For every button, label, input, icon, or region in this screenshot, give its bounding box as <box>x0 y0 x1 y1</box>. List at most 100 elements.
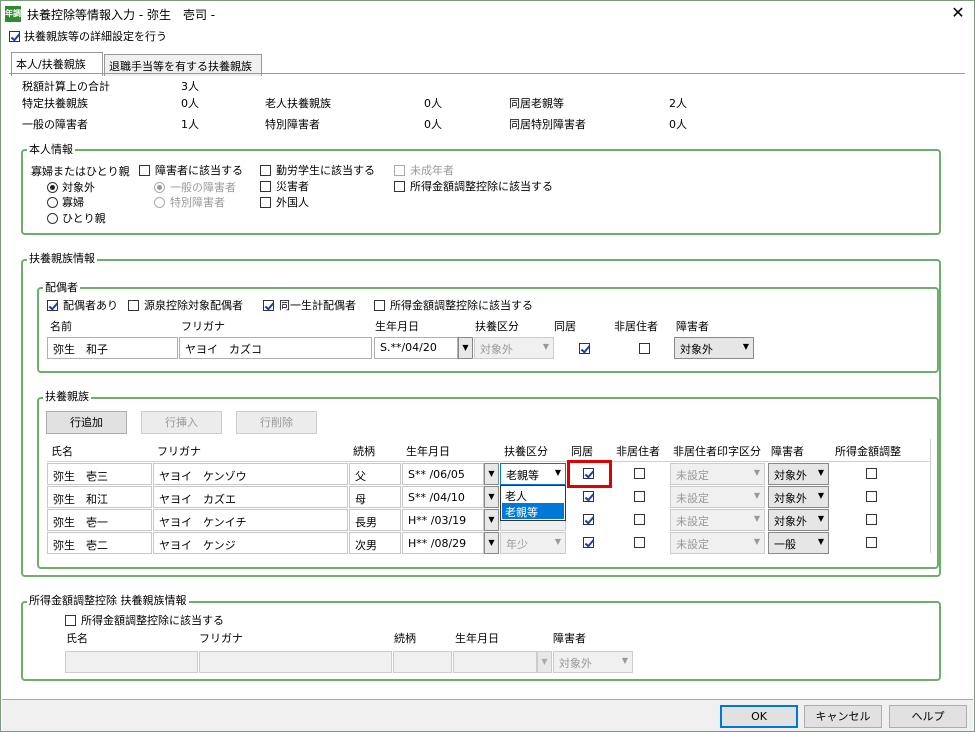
family-row-2-nonresident-checkbox[interactable] <box>634 491 645 502</box>
withholding-spouse-checkbox[interactable] <box>128 300 139 311</box>
income-adj-section-label: 所得金額調整控除に該当する <box>81 614 224 627</box>
income-adj-birth-dropdown-icon[interactable]: ▼ <box>537 651 552 673</box>
foreigner-checkbox[interactable] <box>260 197 271 208</box>
insert-row-button[interactable]: 行挿入 <box>141 411 222 434</box>
add-row-button[interactable]: 行追加 <box>46 411 127 434</box>
family-row-4-kana[interactable]: ヤヨイ ケンジ <box>153 532 348 554</box>
income-adj-birth-field[interactable] <box>453 651 537 673</box>
family-row-1-print-class-select[interactable]: 未設定 ▼ <box>670 463 765 485</box>
highlight-cohabit-box <box>567 460 612 488</box>
has-spouse-checkbox[interactable] <box>47 300 58 311</box>
family-row-1-disability-value: 対象外 <box>774 469 807 482</box>
spouse-nonresident-checkbox[interactable] <box>639 343 650 354</box>
self-income-adj-checkbox[interactable] <box>394 181 405 192</box>
family-row-1-kana[interactable]: ヤヨイ ケンゾウ <box>153 463 348 485</box>
family-row-3-disability-value: 対象外 <box>774 515 807 528</box>
income-adj-name-field[interactable] <box>65 651 198 673</box>
spouse-birth-field[interactable]: S.**/04/20 <box>374 337 458 359</box>
family-row-1-birth[interactable]: S** /06/05 <box>402 463 484 485</box>
dropdown-option-elderly-parent[interactable]: 老親等 <box>502 503 564 519</box>
detail-settings-checkbox[interactable] <box>9 31 20 42</box>
dropdown-option-elderly[interactable]: 老人 <box>502 487 564 503</box>
spouse-name-field[interactable]: 弥生 和子 <box>47 337 178 359</box>
minor-label: 未成年者 <box>410 164 454 177</box>
family-row-2-print-class-value: 未設定 <box>676 492 709 505</box>
family-row-2-relation[interactable]: 母 <box>349 486 401 508</box>
spouse-header-nonresident: 非居住者 <box>614 320 658 333</box>
dialog-window: 年調 扶養控除等情報入力 - 弥生 壱司 - ✕ 扶養親族等の詳細設定を行う 本… <box>0 0 975 732</box>
family-row-4-print-class-select[interactable]: 未設定 ▼ <box>670 532 765 554</box>
income-adj-disability-select[interactable]: 対象外 ▼ <box>553 651 633 673</box>
disabled-radio-special[interactable] <box>154 197 165 208</box>
family-row-1-category-select[interactable]: 老親等 ▼ <box>500 463 566 485</box>
family-row-3-print-class-select[interactable]: 未設定 ▼ <box>670 509 765 531</box>
family-row-1-name[interactable]: 弥生 壱三 <box>47 463 152 485</box>
income-adj-disability-value: 対象外 <box>559 657 592 670</box>
specific-dependents-label: 特定扶養親族 <box>22 97 88 110</box>
has-spouse-label: 配偶者あり <box>63 299 118 312</box>
income-adj-relation-field[interactable] <box>393 651 452 673</box>
family-row-1-income-adj-checkbox[interactable] <box>866 468 877 479</box>
family-row-3-birth-dropdown-icon[interactable]: ▼ <box>484 509 499 531</box>
chevron-down-icon: ▼ <box>817 537 824 546</box>
spouse-disability-select[interactable]: 対象外 ▼ <box>674 337 754 359</box>
spouse-cohabit-checkbox[interactable] <box>579 343 590 354</box>
detail-settings-label: 扶養親族等の詳細設定を行う <box>24 30 167 43</box>
family-row-3-cohabit-checkbox[interactable] <box>583 514 594 525</box>
family-row-2-income-adj-checkbox[interactable] <box>866 491 877 502</box>
family-row-4-name[interactable]: 弥生 壱二 <box>47 532 152 554</box>
title-bar: 年調 扶養控除等情報入力 - 弥生 壱司 - ✕ <box>1 1 974 27</box>
working-student-checkbox[interactable] <box>260 165 271 176</box>
tax-total-label: 税額計算上の合計 <box>22 80 110 93</box>
family-row-2-name[interactable]: 弥生 和江 <box>47 486 152 508</box>
close-icon[interactable]: ✕ <box>945 2 971 24</box>
help-button[interactable]: ヘルプ <box>889 705 967 728</box>
income-adj-kana-field[interactable] <box>199 651 392 673</box>
spouse-kana-field[interactable]: ヤヨイ カズコ <box>179 337 372 359</box>
family-row-2-disability-select[interactable]: 対象外 ▼ <box>768 486 829 508</box>
widow-radio-none[interactable] <box>47 182 58 193</box>
income-adj-section-checkbox[interactable] <box>65 615 76 626</box>
family-row-4-cohabit-checkbox[interactable] <box>583 537 594 548</box>
widow-radio-widow[interactable] <box>47 197 58 208</box>
family-row-4-relation[interactable]: 次男 <box>349 532 401 554</box>
family-row-1-disability-select[interactable]: 対象外 ▼ <box>768 463 829 485</box>
widow-radio-single-parent[interactable] <box>47 213 58 224</box>
family-row-2-birth[interactable]: S** /04/10 <box>402 486 484 508</box>
family-row-1-nonresident-checkbox[interactable] <box>634 468 645 479</box>
family-row-2-print-class-select[interactable]: 未設定 ▼ <box>670 486 765 508</box>
family-row-4-nonresident-checkbox[interactable] <box>634 537 645 548</box>
cancel-button[interactable]: キャンセル <box>804 705 882 728</box>
family-row-3-relation[interactable]: 長男 <box>349 509 401 531</box>
spouse-category-select[interactable]: 対象外 ▼ <box>474 337 554 359</box>
family-row-4-income-adj-checkbox[interactable] <box>866 537 877 548</box>
family-row-3-birth[interactable]: H** /03/19 <box>402 509 484 531</box>
family-header-kana: フリガナ <box>153 439 348 461</box>
disabled-radio-general[interactable] <box>154 182 165 193</box>
family-row-4-birth[interactable]: H** /08/29 <box>402 532 484 554</box>
family-row-3-income-adj-checkbox[interactable] <box>866 514 877 525</box>
family-row-3-disability-select[interactable]: 対象外 ▼ <box>768 509 829 531</box>
spouse-disability-value: 対象外 <box>680 343 713 356</box>
family-row-1-relation[interactable]: 父 <box>349 463 401 485</box>
self-disabled-checkbox[interactable] <box>139 165 150 176</box>
family-row-2-birth-dropdown-icon[interactable]: ▼ <box>484 486 499 508</box>
widow-option-none: 対象外 <box>62 181 95 194</box>
family-row-3-name[interactable]: 弥生 壱一 <box>47 509 152 531</box>
spouse-income-adj-checkbox[interactable] <box>374 300 385 311</box>
ok-button[interactable]: OK <box>720 705 798 728</box>
family-row-3-kana[interactable]: ヤヨイ ケンイチ <box>153 509 348 531</box>
family-row-4-birth-dropdown-icon[interactable]: ▼ <box>484 532 499 554</box>
delete-row-button[interactable]: 行削除 <box>236 411 317 434</box>
spouse-birth-dropdown-icon[interactable]: ▼ <box>458 337 473 359</box>
disaster-checkbox[interactable] <box>260 181 271 192</box>
family-row-1-birth-dropdown-icon[interactable]: ▼ <box>484 463 499 485</box>
family-row-2-cohabit-checkbox[interactable] <box>583 491 594 502</box>
family-row-4-category-select[interactable]: 年少 ▼ <box>500 532 566 554</box>
self-disabled-label: 障害者に該当する <box>155 164 243 177</box>
family-row-2-kana[interactable]: ヤヨイ カズエ <box>153 486 348 508</box>
minor-checkbox[interactable] <box>394 165 405 176</box>
family-row-4-disability-select[interactable]: 一般 ▼ <box>768 532 829 554</box>
same-household-spouse-checkbox[interactable] <box>263 300 274 311</box>
family-row-3-nonresident-checkbox[interactable] <box>634 514 645 525</box>
